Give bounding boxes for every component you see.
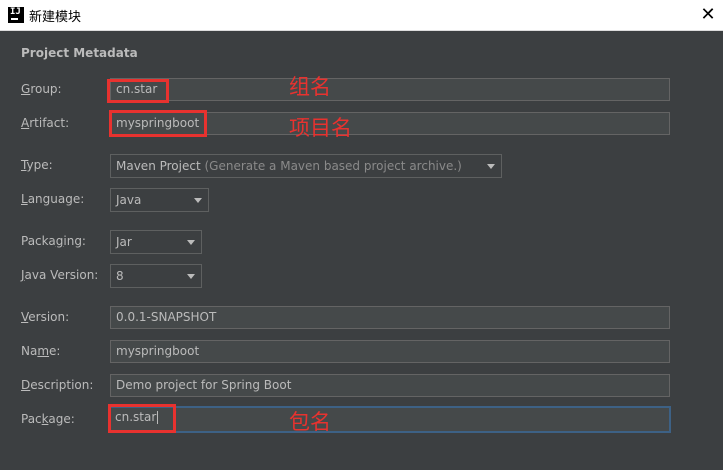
description-label: Description: — [21, 378, 94, 392]
package-input[interactable]: cn.star — [109, 406, 671, 433]
group-label: Group: — [21, 82, 62, 96]
packaging-dropdown[interactable]: Jar — [110, 230, 202, 254]
annotation-group: 组名 — [289, 75, 331, 99]
annotation-package: 包名 — [289, 410, 331, 434]
type-selected-value: Maven Project — [116, 159, 201, 173]
group-input[interactable]: cn.star — [110, 78, 670, 101]
chevron-down-icon — [487, 164, 495, 169]
java-version-dropdown[interactable]: 8 — [110, 264, 202, 288]
language-label: Language: — [21, 192, 85, 206]
version-input[interactable]: 0.0.1-SNAPSHOT — [110, 306, 670, 329]
window-title: 新建模块 — [29, 10, 82, 25]
type-dropdown[interactable]: Maven Project (Generate a Maven based pr… — [110, 154, 502, 178]
packaging-label: Packaging: — [21, 234, 86, 248]
package-label: Package: — [21, 412, 75, 426]
name-input[interactable]: myspringboot — [110, 340, 670, 363]
highlight-box-artifact — [109, 110, 207, 137]
language-dropdown[interactable]: Java — [110, 188, 209, 212]
chevron-down-icon — [187, 240, 195, 245]
java-version-label: Java Version: — [21, 268, 99, 282]
description-input[interactable]: Demo project for Spring Boot — [110, 374, 670, 397]
version-label: Version: — [21, 310, 70, 324]
packaging-selected-value: Jar — [116, 235, 132, 249]
close-button[interactable]: ✕ — [697, 4, 719, 26]
chevron-down-icon — [187, 274, 195, 279]
chevron-down-icon — [194, 198, 202, 203]
name-label: Name: — [21, 344, 61, 358]
language-selected-value: Java — [116, 193, 142, 207]
section-title: Project Metadata — [21, 46, 138, 60]
type-label: Type: — [21, 158, 53, 172]
highlight-box-package — [108, 404, 176, 433]
intellij-idea-icon: IJ — [8, 7, 24, 23]
java-version-selected-value: 8 — [116, 269, 124, 283]
title-bar: IJ 新建模块 ✕ — [0, 0, 723, 31]
artifact-label: Artifact: — [21, 116, 70, 130]
type-hint: (Generate a Maven based project archive.… — [204, 159, 462, 173]
highlight-box-group — [107, 79, 169, 103]
annotation-artifact: 项目名 — [289, 116, 352, 140]
